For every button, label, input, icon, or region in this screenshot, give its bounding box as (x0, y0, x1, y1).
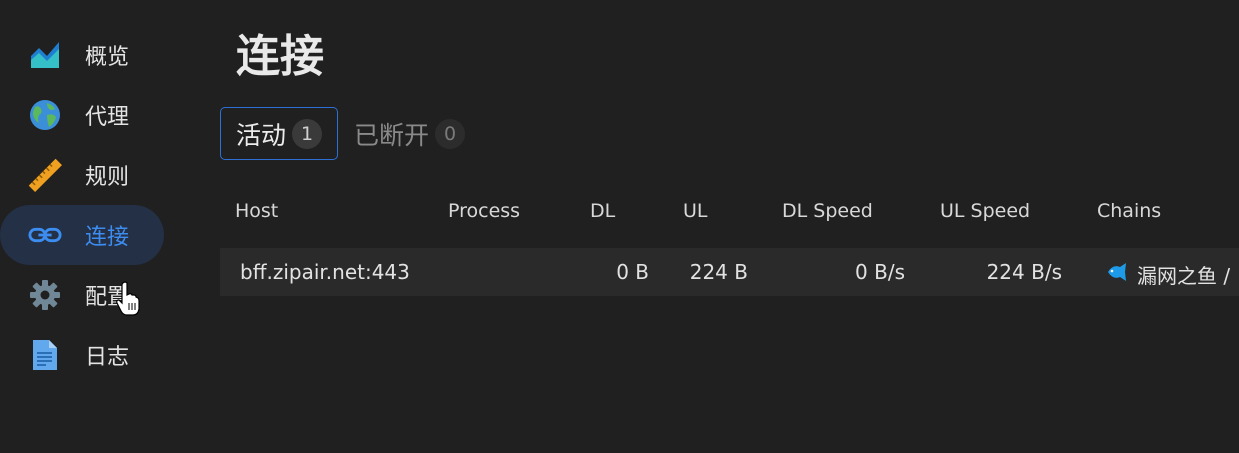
table-header: Host Process DL UL DL Speed UL Speed Cha… (220, 190, 1239, 234)
sidebar-item-rules[interactable]: 规则 (0, 145, 164, 205)
sidebar-item-label: 概览 (85, 45, 130, 70)
gear-icon (28, 278, 62, 312)
column-header-process[interactable]: Process (448, 200, 520, 222)
cell-dl-speed: 0 B/s (855, 260, 905, 284)
column-header-dl-speed[interactable]: DL Speed (782, 200, 873, 222)
cell-ul: 224 B (689, 260, 748, 284)
column-header-ul[interactable]: UL (683, 200, 708, 222)
sidebar-item-label: 规则 (85, 165, 130, 190)
globe-icon (28, 98, 62, 132)
connection-tabs: 活动 1 已断开 0 (220, 107, 481, 160)
app-window: 概览 代理 规则 连接 配置 日志 连接 活动 1 已断开 0 Host Pro… (0, 0, 1239, 453)
cell-chains: 漏网之鱼 / (1137, 264, 1231, 288)
tab-label: 活动 (236, 120, 287, 150)
cell-dl: 0 B (616, 260, 649, 284)
sidebar-item-proxy[interactable]: 代理 (0, 85, 164, 145)
sidebar-item-logs[interactable]: 日志 (0, 325, 164, 385)
tab-label: 已断开 (354, 120, 430, 150)
column-header-host[interactable]: Host (235, 200, 278, 222)
sidebar-item-label: 连接 (85, 225, 130, 250)
column-header-dl[interactable]: DL (590, 200, 615, 222)
cell-ul-speed: 224 B/s (986, 260, 1062, 284)
fish-icon (1106, 262, 1128, 282)
tab-active[interactable]: 活动 1 (220, 107, 339, 160)
document-icon (28, 338, 62, 372)
connections-table: Host Process DL UL DL Speed UL Speed Cha… (220, 190, 1239, 296)
sidebar-item-label: 日志 (85, 345, 130, 370)
tab-count-badge: 0 (435, 118, 466, 149)
tab-closed[interactable]: 已断开 0 (338, 107, 481, 160)
sidebar-item-overview[interactable]: 概览 (0, 25, 164, 85)
table-row[interactable]: bff.zipair.net:443 0 B 224 B 0 B/s 224 B… (220, 248, 1239, 296)
sidebar-item-label: 代理 (85, 105, 130, 130)
cell-host: bff.zipair.net:443 (240, 260, 410, 284)
page-title: 连接 (236, 31, 324, 82)
tab-count-badge: 1 (292, 118, 323, 149)
column-header-chains[interactable]: Chains (1097, 200, 1161, 222)
chart-area-icon (28, 38, 62, 72)
hand-pointer-cursor-icon (116, 281, 140, 319)
link-icon (28, 218, 62, 252)
sidebar-item-connections[interactable]: 连接 (0, 205, 164, 265)
column-header-ul-speed[interactable]: UL Speed (940, 200, 1030, 222)
ruler-icon (28, 158, 62, 192)
sidebar: 概览 代理 规则 连接 配置 日志 (0, 25, 200, 385)
